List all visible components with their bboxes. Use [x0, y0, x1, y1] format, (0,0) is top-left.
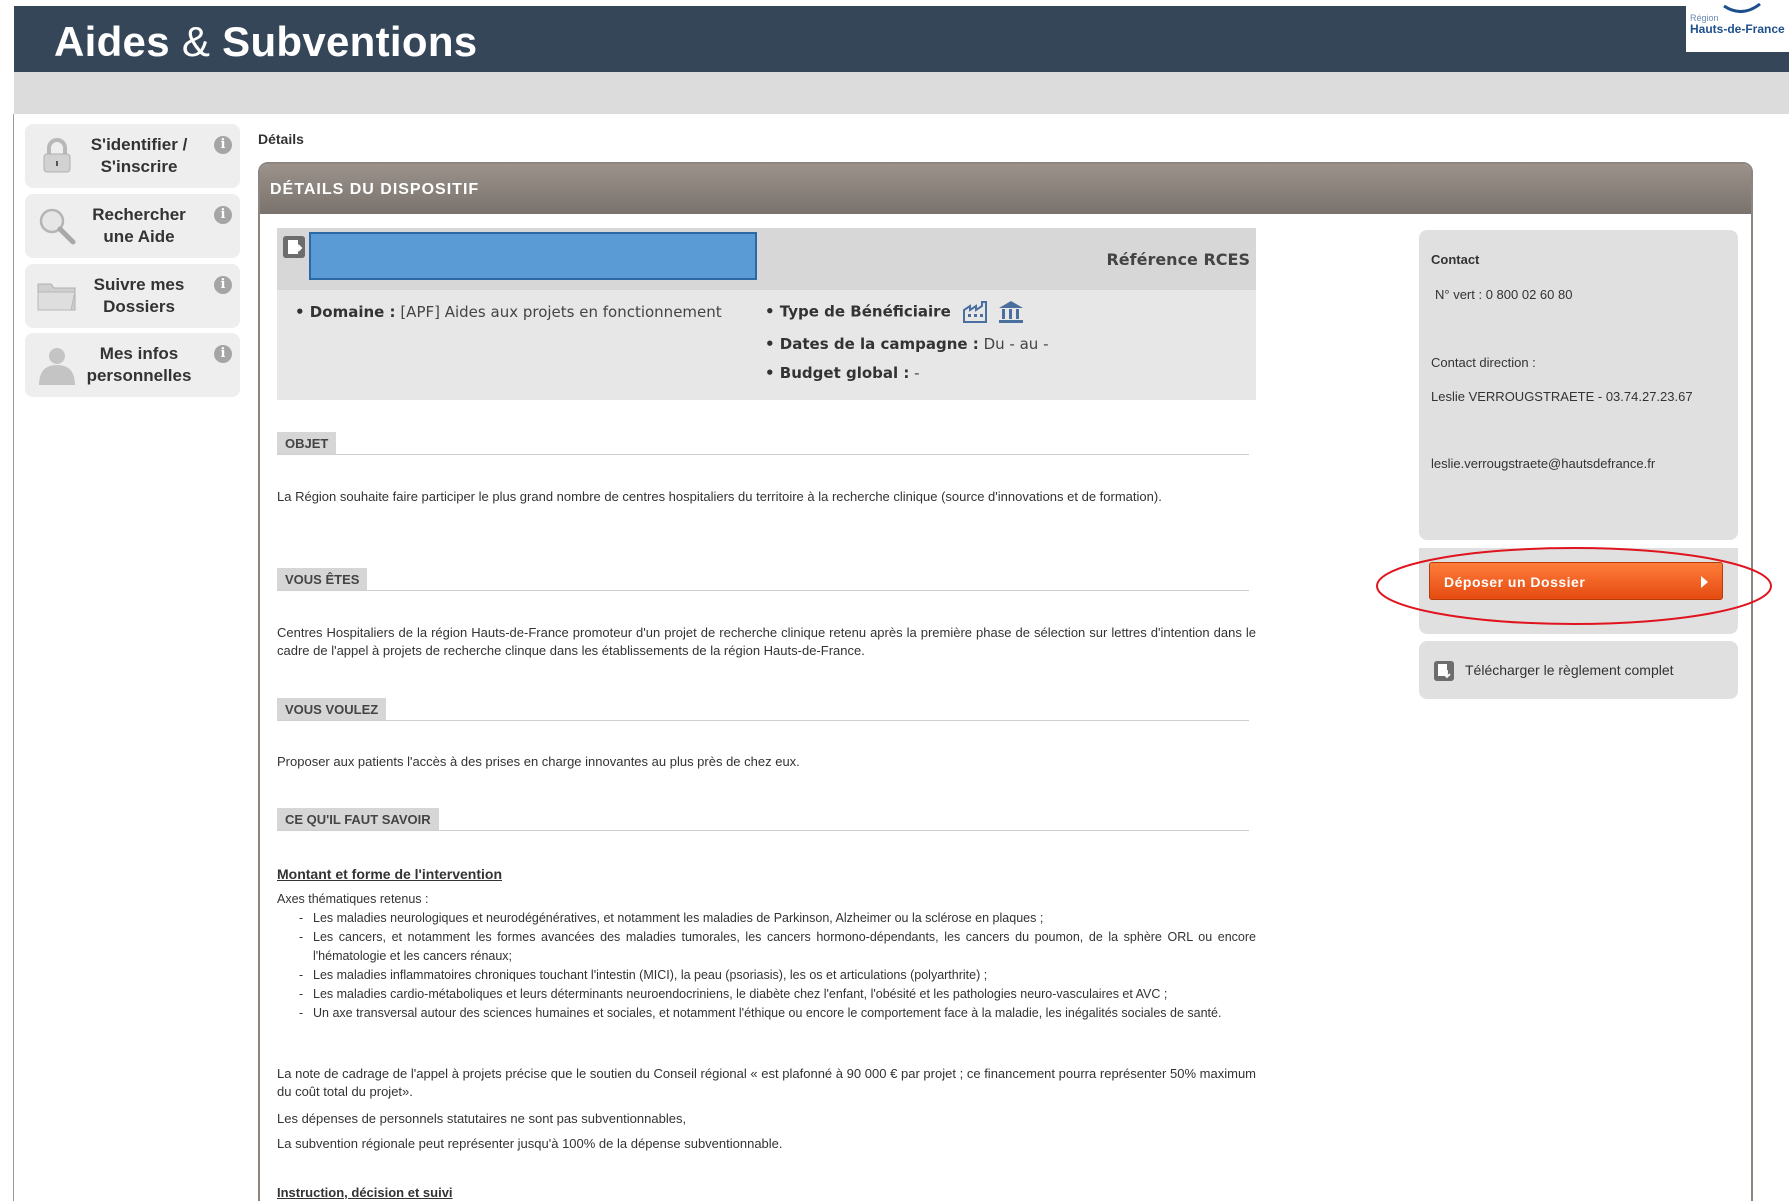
- summary-box-header: Référence RCES: [277, 228, 1256, 290]
- contact-email[interactable]: leslie.verrougstraete@hautsdefrance.fr: [1431, 456, 1655, 471]
- summary-box: Référence RCES • Domaine : [APF] Aides a…: [277, 228, 1256, 400]
- axes-intro: Axes thématiques retenus :: [277, 892, 429, 906]
- sidebar-item-personal-info[interactable]: Mes infos personnelles i: [25, 333, 240, 397]
- section-tag-vous-etes: VOUS ÊTES: [277, 568, 368, 590]
- personnel-text: Les dépenses de personnels statutaires n…: [277, 1111, 687, 1126]
- factory-icon: [962, 301, 987, 323]
- vous-voulez-text: Proposer aux patients l'accès à des pris…: [277, 754, 800, 769]
- sub-header-bar: [14, 72, 1789, 114]
- info-icon[interactable]: i: [214, 206, 232, 224]
- download-label: Télécharger le règlement complet: [1465, 662, 1674, 678]
- sidebar-item-search-aid[interactable]: Rechercher une Aide i: [25, 194, 240, 258]
- institution-icon: [999, 301, 1024, 323]
- region-logo-wave-icon: [1723, 2, 1761, 13]
- info-icon[interactable]: i: [214, 345, 232, 363]
- list-item: Les maladies inflammatoires chroniques t…: [299, 966, 1256, 985]
- sidebar-item-label: Mes infos personnelles: [86, 344, 192, 385]
- plafond-text: La note de cadrage de l'appel à projets …: [277, 1066, 1256, 1099]
- reference-label: Référence RCES: [1106, 250, 1250, 269]
- lock-icon: [43, 138, 71, 173]
- info-icon[interactable]: i: [214, 276, 232, 294]
- redacted-title: [309, 232, 757, 280]
- section-divider: [277, 590, 1249, 591]
- section-tag-vous-voulez: VOUS VOULEZ: [277, 698, 387, 720]
- app-header: Aides & Subventions Région Hauts-de-Fran…: [14, 0, 1789, 72]
- breadcrumb: Détails: [258, 131, 304, 147]
- domaine-line: • Domaine : [APF] Aides aux projets en f…: [295, 303, 722, 321]
- dates-line: • Dates de la campagne : Du - au -: [765, 335, 1049, 353]
- panel-title: DÉTAILS DU DISPOSITIF: [260, 164, 1751, 214]
- download-rules-link[interactable]: Télécharger le règlement complet: [1419, 641, 1738, 699]
- section-tag-objet: OBJET: [277, 432, 337, 454]
- search-icon: [39, 208, 76, 245]
- deposit-file-button[interactable]: Déposer un Dossier: [1429, 562, 1723, 600]
- deposit-wrapper: Déposer un Dossier: [1419, 548, 1738, 634]
- folder-icon: [37, 283, 76, 311]
- user-icon: [39, 348, 75, 385]
- app-title[interactable]: Aides & Subventions: [54, 18, 477, 66]
- info-icon[interactable]: i: [214, 136, 232, 154]
- contact-title: Contact: [1431, 252, 1480, 267]
- subheading-montant: Montant et forme de l'intervention: [277, 866, 503, 882]
- page-left-border: [13, 114, 14, 1201]
- section-tag-savoir: CE QU'IL FAUT SAVOIR: [277, 808, 439, 830]
- sidebar-item-label: S'identifier / S'inscrire: [90, 135, 188, 176]
- section-divider: [277, 454, 1249, 455]
- sidebar-item-label: Rechercher une Aide: [92, 205, 186, 246]
- document-icon[interactable]: [283, 236, 305, 258]
- contact-direction-label: Contact direction :: [1431, 355, 1536, 370]
- subheading-instruction: Instruction, décision et suivi: [277, 1185, 453, 1200]
- vous-etes-text: Centres Hospitaliers de la région Hauts-…: [277, 625, 1256, 658]
- list-item: Les maladies neurologiques et neurodégén…: [299, 909, 1256, 928]
- list-item: Un axe transversal autour des sciences h…: [299, 1004, 1256, 1023]
- objet-text: La Région souhaite faire participer le p…: [277, 489, 1162, 504]
- subvention-text: La subvention régionale peut représenter…: [277, 1136, 783, 1151]
- contact-direction-value: Leslie VERROUGSTRAETE - 03.74.27.23.67: [1431, 389, 1693, 404]
- list-item: Les maladies cardio-métaboliques et leur…: [299, 985, 1256, 1004]
- section-divider: [277, 830, 1249, 831]
- axes-list: Axes thématiques retenus : Les maladies …: [277, 890, 1256, 1023]
- logo-big-text: Hauts-de-France: [1690, 22, 1785, 36]
- region-logo[interactable]: Région Hauts-de-France: [1686, 0, 1789, 52]
- contact-box: Contact N° vert : 0 800 02 60 80 Contact…: [1419, 230, 1738, 540]
- download-icon: [1434, 661, 1454, 681]
- section-divider: [277, 720, 1249, 721]
- sidebar-item-follow-files[interactable]: Suivre mes Dossiers i: [25, 264, 240, 328]
- contact-phone: N° vert : 0 800 02 60 80: [1435, 287, 1573, 302]
- budget-line: • Budget global : -: [765, 364, 920, 382]
- sidebar-item-login[interactable]: S'identifier / S'inscrire i: [25, 124, 240, 188]
- beneficiaire-line: • Type de Bénéficiaire: [765, 300, 1024, 324]
- arrow-right-icon: [1701, 576, 1708, 588]
- sidebar-item-label: Suivre mes Dossiers: [93, 275, 185, 316]
- deposit-button-label: Déposer un Dossier: [1444, 574, 1586, 590]
- list-item: Les cancers, et notamment les formes ava…: [299, 928, 1256, 966]
